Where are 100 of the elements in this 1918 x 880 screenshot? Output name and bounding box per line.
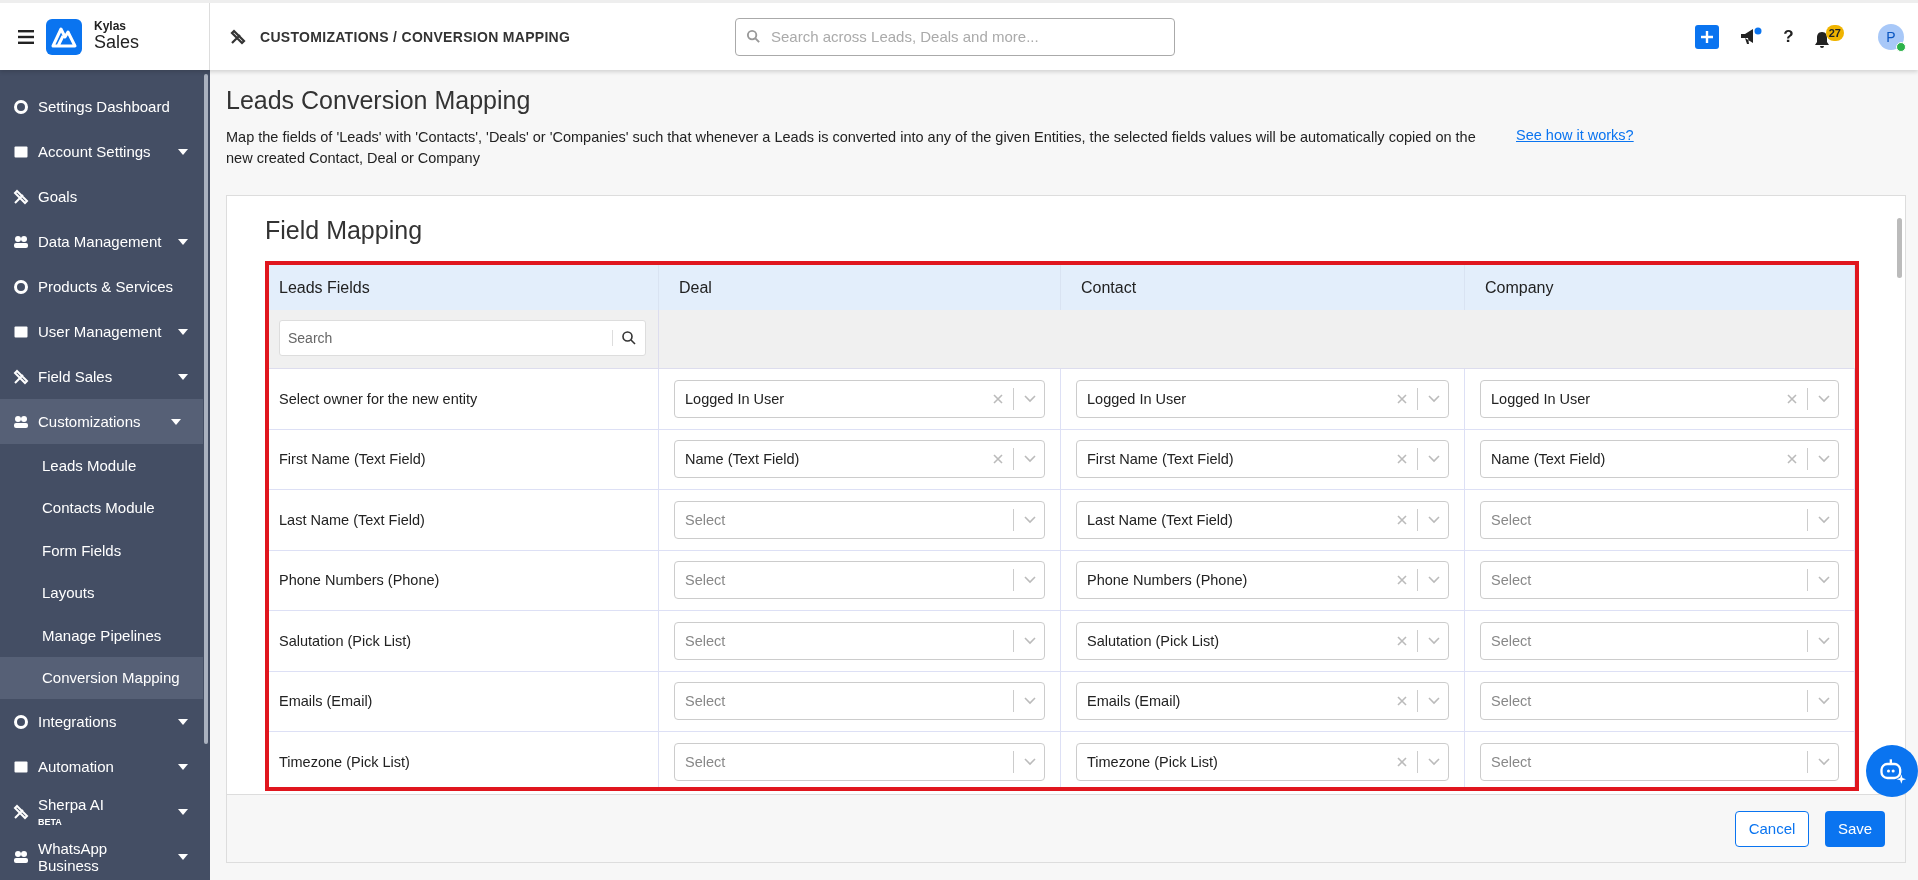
user-avatar[interactable]: P [1878, 23, 1904, 50]
cancel-button[interactable]: Cancel [1735, 810, 1809, 847]
chevron-down-icon[interactable] [1024, 576, 1036, 585]
menu-item-icon [13, 188, 29, 205]
menu-item-icon [13, 368, 29, 385]
help-link[interactable]: See how it works? [1516, 127, 1634, 143]
menu-icon[interactable] [18, 29, 34, 44]
select-dropdown[interactable]: Select [1480, 682, 1839, 721]
page-description: Map the fields of 'Leads' with 'Contacts', 'Deals' or 'Companies' such that whenever a Leads is converted into any of the given Entities, the selected fields values will be automatically copied on the new created Contact, Deal or Company [226, 128, 1477, 168]
field-label: First Name (Text Field) [279, 451, 426, 468]
card-title: Field Mapping [265, 216, 424, 245]
clear-icon[interactable] [1397, 454, 1407, 465]
sidebar-subitem[interactable]: Layouts [0, 571, 210, 614]
menu-item-icon [13, 803, 29, 820]
logo-icon [46, 18, 82, 55]
chevron-down-icon[interactable] [1024, 455, 1036, 464]
select-dropdown[interactable]: Logged In User [1076, 379, 1449, 418]
clear-icon[interactable] [1787, 393, 1797, 404]
select-dropdown[interactable]: Logged In User [674, 379, 1045, 418]
field-label: Salutation (Pick List) [279, 632, 412, 649]
sidebar-item[interactable]: Products & Services [0, 264, 210, 309]
tools-icon [230, 28, 246, 45]
chevron-down-icon[interactable] [1818, 636, 1830, 645]
select-dropdown[interactable]: Phone Numbers (Phone) [1076, 561, 1449, 600]
add-button[interactable] [1695, 24, 1720, 49]
sidebar-item[interactable]: User Management [0, 309, 210, 354]
select-dropdown[interactable]: Name (Text Field) [674, 440, 1045, 479]
sidebar-subitem[interactable]: Manage Pipelines [0, 614, 210, 657]
select-dropdown[interactable]: Select [1480, 500, 1839, 539]
chevron-down-icon[interactable] [1428, 576, 1440, 585]
menu-item-icon [13, 413, 29, 430]
chevron-down-icon[interactable] [1818, 515, 1830, 524]
sidebar-item[interactable]: Integrations [0, 699, 210, 744]
clear-icon[interactable] [1397, 514, 1407, 525]
search-bar[interactable]: Search across Leads, Deals and more... [735, 17, 1175, 56]
clear-icon[interactable] [1397, 393, 1407, 404]
select-dropdown[interactable]: Salutation (Pick List) [1076, 621, 1449, 660]
clear-icon[interactable] [1397, 756, 1407, 767]
scrollbar[interactable] [204, 74, 208, 744]
clear-icon[interactable] [1397, 696, 1407, 707]
megaphone-icon[interactable] [1739, 26, 1764, 47]
select-dropdown[interactable]: Select [674, 742, 1045, 781]
help-link[interactable]: ? [1783, 26, 1794, 47]
sidebar-item[interactable]: Customizations [0, 399, 203, 444]
select-dropdown[interactable]: Select [1480, 742, 1839, 781]
chevron-down-icon[interactable] [1024, 697, 1036, 706]
sidebar-item[interactable]: Data Management [0, 219, 210, 264]
chevron-down-icon[interactable] [1818, 576, 1830, 585]
chevron-down-icon[interactable] [1428, 697, 1440, 706]
chevron-down-icon[interactable] [1024, 515, 1036, 524]
chevron-down-icon[interactable] [1024, 636, 1036, 645]
select-dropdown[interactable]: Select [674, 500, 1045, 539]
select-dropdown[interactable]: Name (Text Field) [1480, 440, 1839, 479]
menu-item-icon [13, 848, 29, 865]
select-dropdown[interactable]: Logged In User [1480, 379, 1839, 418]
beta-label: BETA [38, 817, 63, 827]
chevron-down-icon[interactable] [1818, 455, 1830, 464]
chevron-down-icon[interactable] [1428, 636, 1440, 645]
sidebar-subitem[interactable]: Leads Module [0, 444, 210, 487]
chevron-down-icon[interactable] [1024, 757, 1036, 766]
sidebar-item[interactable]: Goals [0, 174, 210, 219]
sidebar-item[interactable]: WhatsApp Business [0, 834, 210, 879]
menu-item-icon [13, 98, 29, 115]
select-dropdown[interactable]: Select [674, 682, 1045, 721]
sidebar-item[interactable]: Account Settings [0, 129, 210, 174]
select-dropdown[interactable]: Timezone (Pick List) [1076, 742, 1449, 781]
sidebar-item[interactable]: Field Sales [0, 354, 210, 399]
chevron-down-icon[interactable] [1818, 757, 1830, 766]
sidebar-subitem[interactable]: Contacts Module [0, 486, 210, 529]
select-dropdown[interactable]: Select [1480, 561, 1839, 600]
clear-icon[interactable] [1397, 575, 1407, 586]
clear-icon[interactable] [993, 454, 1003, 465]
save-button[interactable]: Save [1825, 810, 1885, 847]
select-dropdown[interactable]: Emails (Email) [1076, 682, 1449, 721]
field-label: Emails (Email) [279, 693, 373, 710]
bell-icon[interactable] [1813, 30, 1830, 49]
scrollbar[interactable] [1897, 218, 1902, 278]
chevron-down-icon[interactable] [1818, 394, 1830, 403]
chevron-down-icon[interactable] [1428, 394, 1440, 403]
chevron-down-icon[interactable] [1024, 394, 1036, 403]
select-dropdown[interactable]: Select [674, 621, 1045, 660]
sidebar-item[interactable]: Sherpa AI BETA [0, 789, 210, 834]
chevron-down-icon[interactable] [1818, 697, 1830, 706]
sidebar-item[interactable]: Settings Dashboard [0, 84, 210, 129]
select-dropdown[interactable]: First Name (Text Field) [1076, 440, 1449, 479]
select-dropdown[interactable]: Select [1480, 621, 1839, 660]
chevron-down-icon[interactable] [1428, 515, 1440, 524]
select-dropdown[interactable]: Last Name (Text Field) [1076, 500, 1449, 539]
clear-icon[interactable] [1397, 635, 1407, 646]
page-title: Leads Conversion Mapping [226, 86, 532, 115]
clear-icon[interactable] [993, 393, 1003, 404]
chevron-down-icon[interactable] [1428, 757, 1440, 766]
robot-icon [1878, 757, 1906, 785]
sidebar-item[interactable]: Automation [0, 744, 210, 789]
sidebar-subitem[interactable]: Form Fields [0, 529, 210, 572]
select-dropdown[interactable]: Select [674, 561, 1045, 600]
clear-icon[interactable] [1787, 454, 1797, 465]
plus-icon [1700, 29, 1715, 44]
chevron-down-icon[interactable] [1428, 455, 1440, 464]
sidebar-subitem[interactable]: Conversion Mapping [0, 656, 203, 699]
